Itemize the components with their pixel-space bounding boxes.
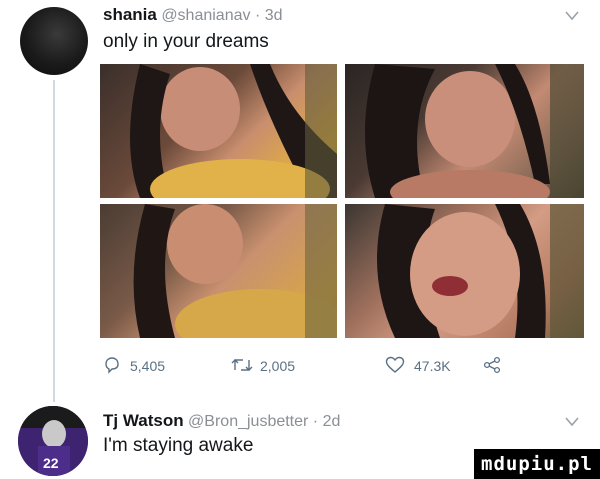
reply-count: 5,405 bbox=[130, 358, 166, 374]
tweet-photo[interactable] bbox=[345, 64, 584, 198]
share-icon bbox=[483, 356, 501, 374]
thread-line bbox=[53, 80, 55, 402]
heart-icon bbox=[385, 356, 405, 373]
tweet-text: I'm staying awake bbox=[103, 435, 254, 456]
tweet-header: Tj Watson @Bron_jusbetter · 2d bbox=[103, 411, 340, 431]
tweet-photo[interactable] bbox=[345, 204, 584, 338]
like-count: 47.3K bbox=[414, 358, 451, 374]
retweet-button[interactable] bbox=[231, 357, 253, 378]
tweet-header: shania @shanianav · 3d bbox=[103, 5, 283, 25]
tweet-photo[interactable] bbox=[100, 64, 337, 198]
author-name[interactable]: shania bbox=[103, 5, 157, 24]
reply-button[interactable] bbox=[103, 356, 121, 379]
tweet-text: only in your dreams bbox=[103, 31, 269, 52]
reply-icon bbox=[105, 357, 119, 374]
watermark: mdupiu.pl bbox=[474, 449, 600, 479]
retweet-count: 2,005 bbox=[260, 358, 296, 374]
chevron-down-icon[interactable] bbox=[565, 8, 579, 24]
svg-text:22: 22 bbox=[43, 455, 59, 471]
avatar[interactable]: 22 bbox=[18, 406, 88, 476]
share-button[interactable] bbox=[483, 356, 501, 379]
like-button[interactable] bbox=[385, 356, 405, 379]
author-name[interactable]: Tj Watson bbox=[103, 411, 184, 430]
retweet-icon bbox=[231, 359, 253, 371]
author-handle[interactable]: @shanianav · 3d bbox=[161, 7, 282, 24]
tweet-photo[interactable] bbox=[100, 204, 337, 338]
author-handle[interactable]: @Bron_jusbetter · 2d bbox=[188, 413, 340, 430]
avatar[interactable] bbox=[20, 7, 88, 75]
chevron-down-icon[interactable] bbox=[565, 414, 579, 430]
